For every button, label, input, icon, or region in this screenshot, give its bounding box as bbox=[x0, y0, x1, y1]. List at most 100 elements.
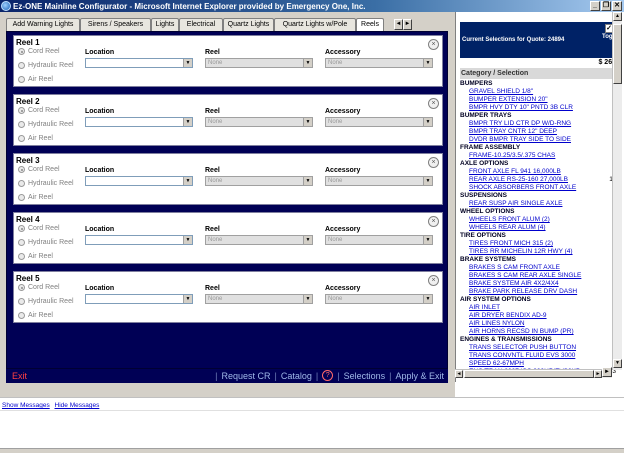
scroll-left-button[interactable]: ◄ bbox=[455, 370, 463, 378]
scroll-up-button[interactable]: ▲ bbox=[613, 12, 622, 21]
radio-cord-reel[interactable]: Cord Reel bbox=[18, 166, 60, 173]
radio-hydraulic-reel[interactable]: Hydraulic Reel bbox=[18, 239, 74, 246]
selection-item-name: FRONT AXLE FL 941 16,000LB bbox=[469, 168, 561, 175]
apply-exit-button[interactable]: Apply & Exit bbox=[395, 371, 444, 381]
horizontal-scrollbar[interactable]: ◄ ► bbox=[455, 369, 612, 378]
selection-item-link[interactable]: AIR INLET bbox=[460, 304, 617, 312]
exit-button[interactable]: Exit bbox=[12, 371, 27, 381]
reel-clear-button[interactable]: × bbox=[428, 39, 439, 50]
catalog-button[interactable]: Catalog bbox=[281, 371, 312, 381]
hide-messages-link[interactable]: Hide Messages bbox=[55, 402, 100, 409]
selection-item-link[interactable]: BUMPER EXTENSION 20" bbox=[460, 96, 617, 104]
radio-air-reel[interactable]: Air Reel bbox=[18, 76, 53, 83]
select-value: None bbox=[208, 296, 223, 302]
tab-lights[interactable]: Lights bbox=[151, 18, 179, 31]
radio-cord-reel[interactable]: Cord Reel bbox=[18, 48, 60, 55]
selection-item-link[interactable]: BMPR HVY DTY 10" PNTD 3B CLR1 bbox=[460, 104, 617, 112]
selection-item-link[interactable]: BRAKES S CAM FRONT AXLE bbox=[460, 264, 617, 272]
radio-hydraulic-reel[interactable]: Hydraulic Reel bbox=[18, 180, 74, 187]
radio-hydraulic-reel[interactable]: Hydraulic Reel bbox=[18, 121, 74, 128]
radio-air-reel[interactable]: Air Reel bbox=[18, 312, 53, 319]
location-select[interactable]: ▼ bbox=[85, 294, 193, 304]
selection-item-link[interactable]: TIRES RR MICHELIN 12R HWY (4)2 bbox=[460, 248, 617, 256]
tab-quartz-lights-pole[interactable]: Quartz Lights w/Pole bbox=[274, 18, 356, 31]
location-select[interactable]: ▼ bbox=[85, 235, 193, 245]
scroll-right-button[interactable]: ► bbox=[594, 370, 602, 378]
selection-item-link[interactable]: DVDR BMPR TRAY SIDE TO SIDE bbox=[460, 136, 617, 144]
tab-add-warning-lights[interactable]: Add Warning Lights bbox=[6, 18, 80, 31]
tab-prev-button[interactable]: ◄ bbox=[394, 19, 403, 30]
tab-electrical[interactable]: Electrical bbox=[179, 18, 223, 31]
selection-item-link[interactable]: FRAME-10.25/3.5/.375 CHAS4 bbox=[460, 152, 617, 160]
selection-item-link[interactable]: AIR HORNS RECSD IN BUMP (PR) bbox=[460, 328, 617, 336]
reel-clear-button[interactable]: × bbox=[428, 216, 439, 227]
selection-item-link[interactable]: AIR DRYER BENDIX AD-9 bbox=[460, 312, 617, 320]
selection-item-name: REAR SUSP AIR SINGLE AXLE bbox=[469, 200, 563, 207]
accessory-select[interactable]: None ▼ bbox=[325, 117, 433, 127]
radio-cord-reel[interactable]: Cord Reel bbox=[18, 225, 60, 232]
accessory-select[interactable]: None ▼ bbox=[325, 176, 433, 186]
radio-label: Hydraulic Reel bbox=[28, 239, 74, 246]
radio-hydraulic-reel[interactable]: Hydraulic Reel bbox=[18, 298, 74, 305]
reel-select[interactable]: None ▼ bbox=[205, 176, 313, 186]
reel-clear-button[interactable]: × bbox=[428, 157, 439, 168]
reel-clear-button[interactable]: × bbox=[428, 98, 439, 109]
location-select[interactable]: ▼ bbox=[85, 176, 193, 186]
minimize-button[interactable]: _ bbox=[590, 1, 600, 11]
radio-air-reel[interactable]: Air Reel bbox=[18, 194, 53, 201]
reel-select[interactable]: None ▼ bbox=[205, 294, 313, 304]
selection-item-link[interactable]: BRAKE SYSTEM AIR 4X2/4X47 bbox=[460, 280, 617, 288]
chevron-down-icon: ▼ bbox=[303, 118, 312, 126]
selection-item-name: BUMPER EXTENSION 20" bbox=[469, 96, 548, 103]
selection-item-link[interactable]: BRAKE PARK RELEASE DRV DASH bbox=[460, 288, 617, 296]
accessory-select[interactable]: None ▼ bbox=[325, 294, 433, 304]
selections-button[interactable]: Selections bbox=[344, 371, 386, 381]
radio-icon bbox=[18, 48, 25, 55]
radio-icon bbox=[18, 239, 25, 246]
selection-item-link[interactable]: WHEELS FRONT ALUM (2)1 bbox=[460, 216, 617, 224]
radio-air-reel[interactable]: Air Reel bbox=[18, 253, 53, 260]
reel-select[interactable]: None ▼ bbox=[205, 117, 313, 127]
panel-expand-button[interactable]: ► bbox=[602, 367, 612, 377]
tab-sirens-speakers[interactable]: Sirens / Speakers bbox=[80, 18, 151, 31]
selection-item-link[interactable]: TIRES FRONT MICH 315 (2)1 bbox=[460, 240, 617, 248]
selection-item-link[interactable]: GRAVEL SHIELD 1/8" bbox=[460, 88, 617, 96]
selection-item-link[interactable]: SPEED 62-67MPH bbox=[460, 360, 617, 368]
location-select[interactable]: ▼ bbox=[85, 58, 193, 68]
location-select[interactable]: ▼ bbox=[85, 117, 193, 127]
radio-air-reel[interactable]: Air Reel bbox=[18, 135, 53, 142]
selection-item-link[interactable]: BMPR TRY LID CTR DP W/D-RNG bbox=[460, 120, 617, 128]
selection-item-link[interactable]: TRANS SELECTOR PUSH BUTTON bbox=[460, 344, 617, 352]
close-window-button[interactable]: ✕ bbox=[612, 1, 622, 11]
radio-hydraulic-reel[interactable]: Hydraulic Reel bbox=[18, 62, 74, 69]
tab-reels[interactable]: Reels bbox=[356, 18, 384, 31]
selection-item-link[interactable]: SHOCK ABSORBERS FRONT AXLE bbox=[460, 184, 617, 192]
reel-clear-button[interactable]: × bbox=[428, 275, 439, 286]
scroll-thumb[interactable] bbox=[613, 24, 622, 84]
tab-next-button[interactable]: ► bbox=[403, 19, 412, 30]
reel-select[interactable]: None ▼ bbox=[205, 58, 313, 68]
accessory-label: Accessory bbox=[325, 108, 361, 115]
selection-item-link[interactable]: BMPR TRAY CNTR 12" DEEP bbox=[460, 128, 617, 136]
selection-item-link[interactable]: BRAKES S CAM REAR AXLE SINGLE bbox=[460, 272, 617, 280]
accessory-select[interactable]: None ▼ bbox=[325, 58, 433, 68]
tab-quartz-lights[interactable]: Quartz Lights bbox=[223, 18, 274, 31]
radio-cord-reel[interactable]: Cord Reel bbox=[18, 107, 60, 114]
selection-item-link[interactable]: FRONT AXLE FL 941 16,000LB1 bbox=[460, 168, 617, 176]
scroll-thumb-horizontal[interactable] bbox=[464, 370, 594, 378]
selection-item-link[interactable]: REAR SUSP AIR SINGLE AXLE4 bbox=[460, 200, 617, 208]
radio-cord-reel[interactable]: Cord Reel bbox=[18, 284, 60, 291]
selection-item-link[interactable]: AIR LINES NYLON bbox=[460, 320, 617, 328]
vertical-scrollbar[interactable]: ▲ ▼ bbox=[612, 12, 622, 370]
accessory-select[interactable]: None ▼ bbox=[325, 235, 433, 245]
selection-item-name: WHEELS REAR ALUM (4) bbox=[469, 224, 546, 231]
selection-item-link[interactable]: REAR AXLE RS-25-160 27,000LB11 bbox=[460, 176, 617, 184]
selection-item-link[interactable]: WHEELS REAR ALUM (4)3 bbox=[460, 224, 617, 232]
selection-item-link[interactable]: TRANS CONVNTL FLUID EVS 3000 bbox=[460, 352, 617, 360]
restore-button[interactable]: ❐ bbox=[601, 1, 611, 11]
scroll-down-button[interactable]: ▼ bbox=[613, 359, 622, 368]
help-icon[interactable]: ? bbox=[322, 370, 334, 381]
reel-select[interactable]: None ▼ bbox=[205, 235, 313, 245]
show-messages-link[interactable]: Show Messages bbox=[2, 402, 50, 409]
request-cr-button[interactable]: Request CR bbox=[222, 371, 271, 381]
